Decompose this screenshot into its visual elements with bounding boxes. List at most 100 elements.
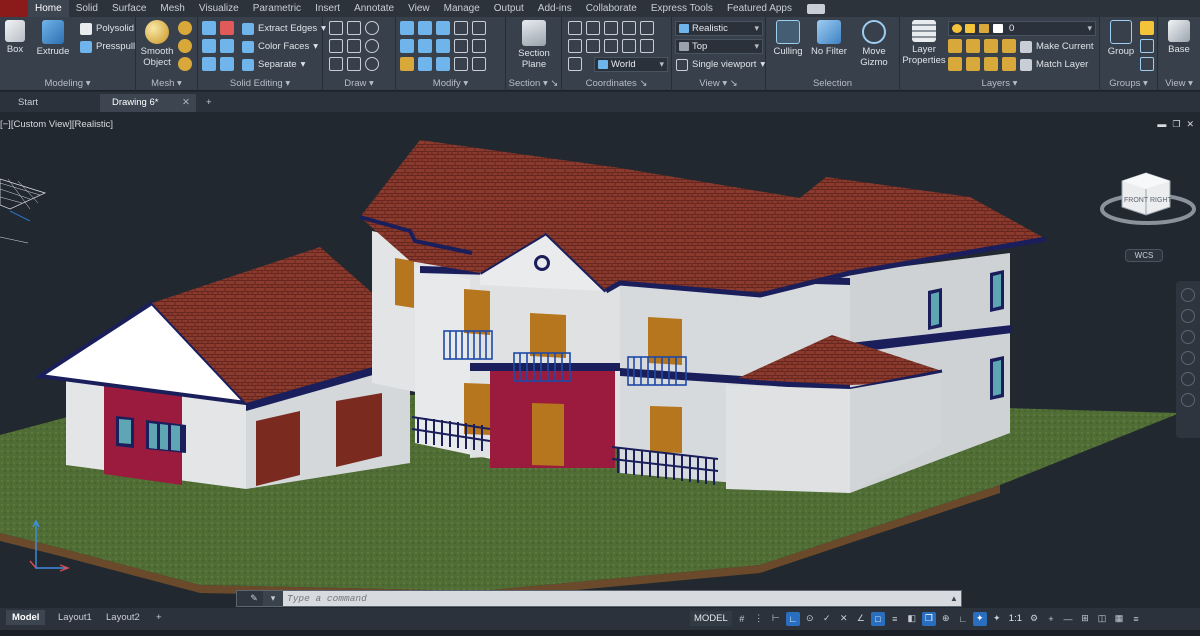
ucs-named-icon[interactable] [568,57,582,71]
match-layer-button[interactable]: Match Layer [1020,57,1088,73]
annotation-visibility-icon[interactable]: ✦ [972,611,987,626]
annotation-monitor-icon[interactable]: + [1044,612,1058,626]
dynamic-ucs-icon[interactable]: ∟ [956,612,970,626]
rotate-icon[interactable] [418,21,432,35]
group-select-icon[interactable] [1140,57,1154,71]
workspace-icon[interactable]: ⚙ [1027,612,1041,626]
3d-osnap-icon[interactable]: ⊕ [939,612,953,626]
fillet-icon[interactable] [400,39,414,53]
ungroup-icon[interactable] [1140,21,1154,35]
tab-home[interactable]: Home [28,0,69,17]
base-button[interactable]: Base [1162,20,1196,55]
panel-title-mesh[interactable]: Mesh ▾ [136,78,197,89]
viewport-config-button[interactable]: Single viewport ▾ [676,57,765,73]
layout-tab-model[interactable]: Model [6,610,46,625]
ortho-icon[interactable]: ⊙ [803,612,817,626]
offset-icon[interactable] [418,57,432,71]
slice-icon[interactable] [202,57,216,71]
mesh-refine-icon[interactable] [178,57,192,71]
stretch-icon[interactable] [436,39,450,53]
explode-icon[interactable] [418,39,432,53]
panel-title-layers[interactable]: Layers ▾ [900,78,1099,89]
nav-settings-icon[interactable] [1181,393,1195,407]
ucs-view-icon[interactable] [640,39,654,53]
layout-tab-layout1[interactable]: Layout1 [52,610,98,625]
make-current-button[interactable]: Make Current [1020,39,1094,55]
tab-collaborate[interactable]: Collaborate [579,0,644,17]
command-customize-icon[interactable]: ✎ [245,591,263,606]
polysolid-button[interactable]: Polysolid [80,21,134,37]
presspull-button[interactable]: Presspull [80,39,135,55]
group-button[interactable]: Group [1104,20,1138,57]
tab-output[interactable]: Output [487,0,531,17]
ucs-z-icon[interactable] [640,21,654,35]
break-icon[interactable] [454,57,468,71]
polar-icon[interactable]: ✓ [820,612,834,626]
layer-lock-tool-icon[interactable] [1002,39,1016,53]
panel-title-solid-editing[interactable]: Solid Editing ▾ [198,78,322,89]
zoom-icon[interactable] [1181,330,1195,344]
close-icon[interactable]: ✕ [182,94,190,112]
ellipse-icon[interactable] [365,57,379,71]
intersect-icon[interactable] [202,39,216,53]
transparency-icon[interactable]: ◧ [905,612,919,626]
layer-on-tool-icon[interactable] [948,57,962,71]
tab-surface[interactable]: Surface [105,0,153,17]
app-logo-icon[interactable] [0,0,28,17]
thicken-icon[interactable] [220,57,234,71]
tab-view[interactable]: View [401,0,437,17]
annotation-scale[interactable]: 1:1 [1007,613,1024,624]
panel-title-coordinates[interactable]: Coordinates ↘ [562,78,671,89]
interfere-icon[interactable] [220,39,234,53]
command-input[interactable] [283,591,947,606]
mesh-smooth-less-icon[interactable] [178,39,192,53]
drawing-viewport[interactable]: [−][Custom View][Realistic] ▬ ❐ ✕ FRONT … [0,113,1200,608]
tab-mesh[interactable]: Mesh [153,0,191,17]
quick-properties-icon[interactable]: ⊞ [1078,612,1092,626]
arc-icon[interactable] [365,21,379,35]
ucs-x-icon[interactable] [604,21,618,35]
mesh-smooth-more-icon[interactable] [178,21,192,35]
auto-scale-icon[interactable]: ✦ [990,612,1004,626]
ucs-object-icon[interactable] [604,39,618,53]
smooth-object-button[interactable]: Smooth Object [138,20,176,68]
tab-visualize[interactable]: Visualize [192,0,246,17]
viewcube-front-label[interactable]: FRONT [1124,197,1148,204]
layer-unisolate-icon[interactable] [966,57,980,71]
tab-annotate[interactable]: Annotate [347,0,401,17]
ucs-dropdown[interactable]: World [594,57,668,72]
file-tab-start[interactable]: Start [0,94,100,112]
layout-tab-layout2[interactable]: Layout2 [100,610,146,625]
wcs-button[interactable]: WCS [1125,249,1163,262]
no-filter-button[interactable]: No Filter [810,20,848,57]
mirror-icon[interactable] [472,21,486,35]
union-icon[interactable] [202,21,216,35]
lineweight-icon[interactable]: ≡ [888,612,902,626]
panel-title-draw[interactable]: Draw ▾ [323,78,395,89]
hardware-acceleration-icon[interactable]: ▦ [1112,612,1126,626]
layer-unlock-icon[interactable] [1002,57,1016,71]
new-tab-button[interactable]: + [198,94,212,112]
panel-title-section[interactable]: Section ▾ ↘ [506,78,561,89]
color-faces-button[interactable]: Color Faces ▾ [242,39,318,55]
panel-title-groups[interactable]: Groups ▾ [1100,78,1157,89]
isodraft-icon[interactable]: ✕ [837,612,851,626]
pan-icon[interactable] [1181,309,1195,323]
infer-icon[interactable]: ⊢ [769,612,783,626]
trim-icon[interactable] [436,21,450,35]
ucs-origin-icon[interactable] [568,39,582,53]
array-icon[interactable] [472,39,486,53]
tab-solid[interactable]: Solid [69,0,105,17]
layer-properties-button[interactable]: Layer Properties [902,20,946,66]
align-icon[interactable] [436,57,450,71]
ribbon-options-icon[interactable] [806,3,825,14]
snap-icon[interactable]: ⋮ [752,612,766,626]
visual-style-dropdown[interactable]: Realistic [675,21,763,36]
box-button[interactable]: Box [2,20,28,55]
erase-icon[interactable] [400,57,414,71]
grid-icon[interactable]: # [735,612,749,626]
move-gizmo-button[interactable]: Move Gizmo [854,20,894,68]
extrude-button[interactable]: Extrude [34,20,72,57]
file-tab-drawing[interactable]: Drawing 6* ✕ [100,94,196,112]
polyline-icon[interactable] [347,21,361,35]
